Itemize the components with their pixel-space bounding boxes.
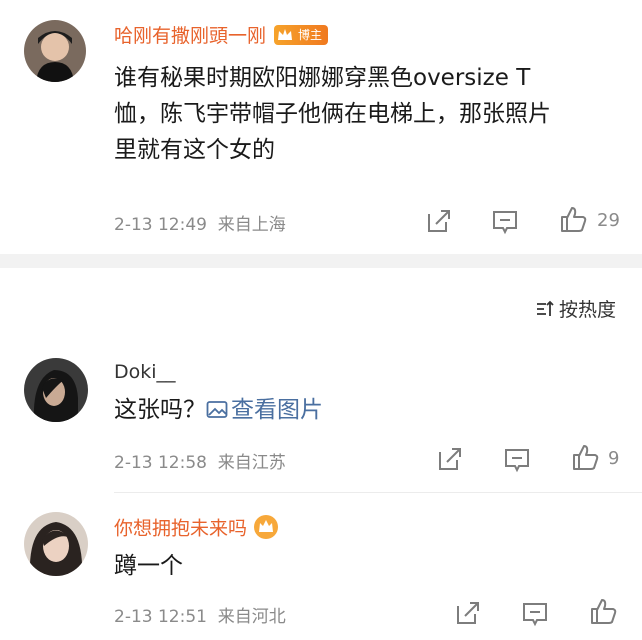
view-image-link[interactable]: 查看图片	[206, 397, 323, 423]
text-line: 这张吗？	[114, 397, 206, 423]
comment-button[interactable]	[490, 206, 520, 236]
image-icon	[206, 401, 228, 418]
blogger-badge: 博主	[274, 24, 329, 45]
location: 来自上海	[217, 215, 286, 235]
location: 来自江苏	[217, 453, 286, 473]
share-button[interactable]	[452, 598, 482, 628]
comment-text: 蹲一个	[114, 548, 183, 584]
username[interactable]: 你想拥抱未来吗	[114, 515, 279, 542]
text-line: 谁有秘果时期欧阳娜娜穿黑色oversize T	[114, 65, 531, 91]
share-button[interactable]	[423, 206, 453, 236]
username-text[interactable]: Doki__	[114, 361, 176, 383]
location: 来自河北	[217, 607, 286, 627]
like-icon	[573, 445, 599, 470]
comment-text: 这张吗？ 查看图片	[114, 392, 323, 428]
crown-icon	[278, 28, 293, 40]
comment-button[interactable]	[502, 444, 532, 474]
divider	[114, 492, 642, 493]
timestamp: 2-13 12:58	[114, 453, 207, 473]
comment-icon	[523, 603, 547, 627]
comment-meta: 2-13 12:51 来自河北	[114, 602, 286, 627]
like-icon	[561, 207, 587, 232]
text-line: 恤，陈飞宇带帽子他俩在电梯上，那张照片	[114, 101, 551, 127]
like-icon	[591, 599, 617, 624]
sort-by-hot-button[interactable]: 按热度	[535, 295, 616, 322]
comment-icon	[505, 449, 529, 473]
like-button[interactable]	[558, 204, 588, 234]
username[interactable]: 哈刚有撒刚頭一刚 博主	[114, 24, 329, 48]
comment-text: 谁有秘果时期欧阳娜娜穿黑色oversize T 恤，陈飞宇带帽子他俩在电梯上，那…	[114, 60, 614, 168]
share-icon	[457, 602, 479, 624]
like-count: 9	[608, 448, 620, 469]
like-button[interactable]	[570, 442, 600, 472]
avatar[interactable]	[24, 358, 88, 422]
text-line: 里就有这个女的	[114, 137, 275, 163]
like-button[interactable]	[588, 596, 618, 626]
timestamp: 2-13 12:51	[114, 607, 207, 627]
text-line: 蹲一个	[114, 553, 183, 579]
username-text[interactable]: 哈刚有撒刚頭一刚	[114, 25, 266, 47]
username-text[interactable]: 你想拥抱未来吗	[114, 518, 247, 540]
crown-icon	[254, 515, 279, 539]
comment-button[interactable]	[520, 598, 550, 628]
comment-meta: 2-13 12:58 来自江苏	[114, 448, 286, 473]
sort-label: 按热度	[558, 299, 616, 321]
view-image-label: 查看图片	[231, 397, 323, 423]
avatar[interactable]	[24, 20, 86, 82]
share-icon	[428, 210, 450, 232]
comment-icon	[493, 211, 517, 235]
share-button[interactable]	[434, 444, 464, 474]
badge-label: 博主	[298, 27, 323, 42]
section-divider	[0, 254, 642, 268]
comment-meta: 2-13 12:49 来自上海	[114, 210, 286, 235]
like-count: 29	[597, 210, 620, 231]
sort-icon	[536, 300, 554, 316]
username[interactable]: Doki__	[114, 360, 176, 384]
timestamp: 2-13 12:49	[114, 215, 207, 235]
share-icon	[439, 448, 461, 470]
avatar[interactable]	[24, 512, 88, 576]
